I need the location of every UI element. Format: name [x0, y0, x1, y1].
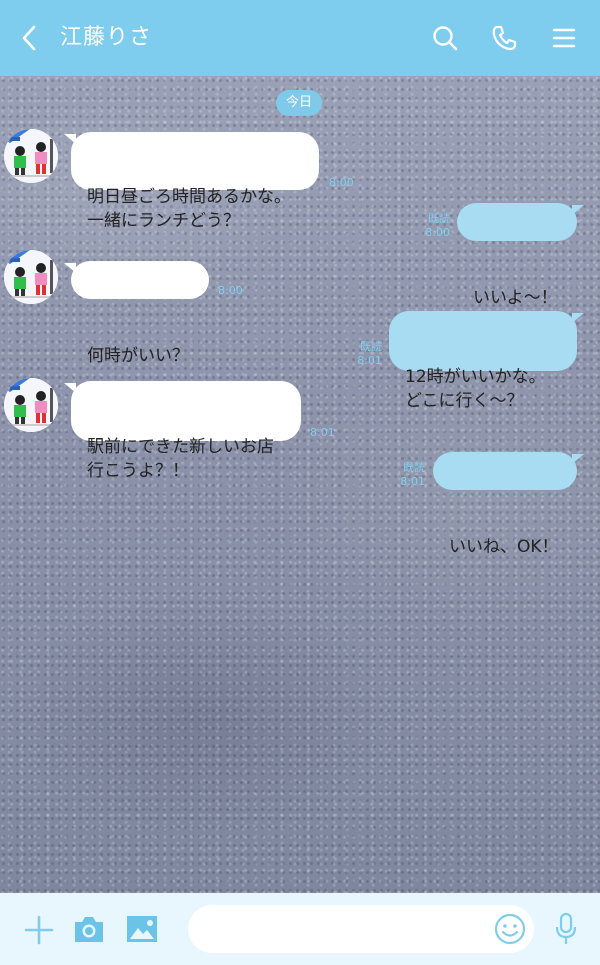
incoming-message-bubble[interactable]: 駅前にできた新しいお店 行こうよ？！: [64, 381, 301, 481]
back-chevron-icon[interactable]: [18, 24, 42, 52]
outgoing-message-bubble[interactable]: いいね、OK！: [433, 452, 584, 557]
avatar-illustration-icon: [4, 378, 58, 432]
search-icon[interactable]: [431, 24, 459, 52]
camera-icon[interactable]: [73, 915, 105, 943]
message-time: 8:00: [329, 176, 354, 189]
message-time: 8:01: [400, 475, 425, 488]
message-time: 8:01: [357, 354, 382, 367]
message-text: 何時がいい？: [87, 346, 189, 366]
message-time: 8:01: [310, 426, 335, 439]
outgoing-message-bubble[interactable]: 12時がいいかな。 どこに行く〜？: [389, 311, 584, 411]
chat-title: 江藤りさ: [60, 25, 153, 50]
chat-header: 江藤りさ: [0, 0, 600, 76]
message-text: 12時がいいかな。 どこに行く〜？: [405, 367, 546, 411]
plus-icon[interactable]: [24, 915, 54, 945]
incoming-message-bubble[interactable]: 何時がいい？: [64, 261, 209, 366]
menu-icon[interactable]: [550, 24, 578, 52]
contact-avatar[interactable]: [4, 129, 58, 183]
contact-avatar[interactable]: [4, 378, 58, 432]
avatar-illustration-icon: [4, 129, 58, 183]
chat-messages-area[interactable]: 今日 明日昼ごろ時間あるかな。 一緒にランチどう？ 8:00 既読 8:00 い…: [0, 76, 600, 893]
message-input-field[interactable]: [188, 905, 534, 953]
chat-screen: 江藤りさ 今日 明日昼ごろ時間あるかな。 一緒にランチどう？ 8:00 既読 8…: [0, 0, 600, 965]
contact-avatar[interactable]: [4, 250, 58, 304]
message-text: 明日昼ごろ時間あるかな。 一緒にランチどう？: [87, 187, 291, 231]
date-separator: 今日: [276, 90, 322, 116]
message-time: 8:00: [218, 284, 243, 297]
read-receipt: 既読: [428, 212, 450, 225]
avatar-illustration-icon: [4, 250, 58, 304]
incoming-message-bubble[interactable]: 明日昼ごろ時間あるかな。 一緒にランチどう？: [64, 132, 319, 231]
message-time: 8:00: [425, 226, 450, 239]
image-icon[interactable]: [126, 915, 158, 943]
emoji-icon[interactable]: [494, 913, 526, 945]
read-receipt: 既読: [360, 340, 382, 353]
microphone-icon[interactable]: [554, 912, 578, 946]
outgoing-message-bubble[interactable]: いいよ〜！: [457, 203, 584, 308]
message-text: いいね、OK！: [449, 537, 559, 557]
phone-icon[interactable]: [490, 24, 518, 52]
message-text: 駅前にできた新しいお店 行こうよ？！: [87, 437, 274, 481]
read-receipt: 既読: [403, 461, 425, 474]
message-input-bar: [0, 893, 600, 965]
